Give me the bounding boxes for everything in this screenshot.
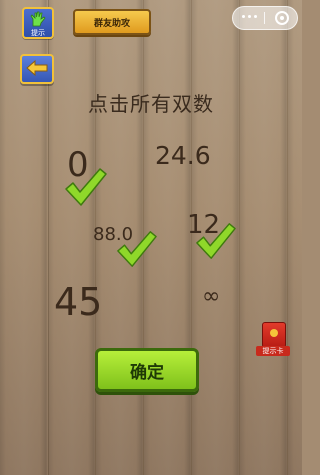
check-icon	[65, 168, 107, 206]
group-help-button[interactable]: 群友助攻	[73, 9, 151, 35]
hint-button[interactable]: 提示	[22, 7, 54, 39]
more-icon[interactable]	[242, 15, 257, 18]
number-option[interactable]: 24.6	[155, 143, 211, 168]
arrow-left-icon	[26, 60, 48, 76]
red-packet-icon[interactable]	[262, 322, 286, 348]
number-option[interactable]: 45	[54, 283, 102, 321]
check-icon	[117, 231, 157, 267]
tip-card-label[interactable]: 提示卡	[256, 346, 290, 356]
mini-program-capsule	[232, 6, 298, 30]
hand-icon	[30, 11, 46, 27]
hint-label: 提示	[31, 29, 45, 37]
close-target-icon[interactable]	[275, 11, 289, 25]
back-button[interactable]	[20, 54, 54, 84]
confirm-button[interactable]: 确定	[95, 348, 199, 392]
check-icon	[196, 223, 236, 259]
number-option[interactable]: ∞	[202, 286, 220, 308]
question-text: 点击所有双数	[88, 92, 214, 116]
